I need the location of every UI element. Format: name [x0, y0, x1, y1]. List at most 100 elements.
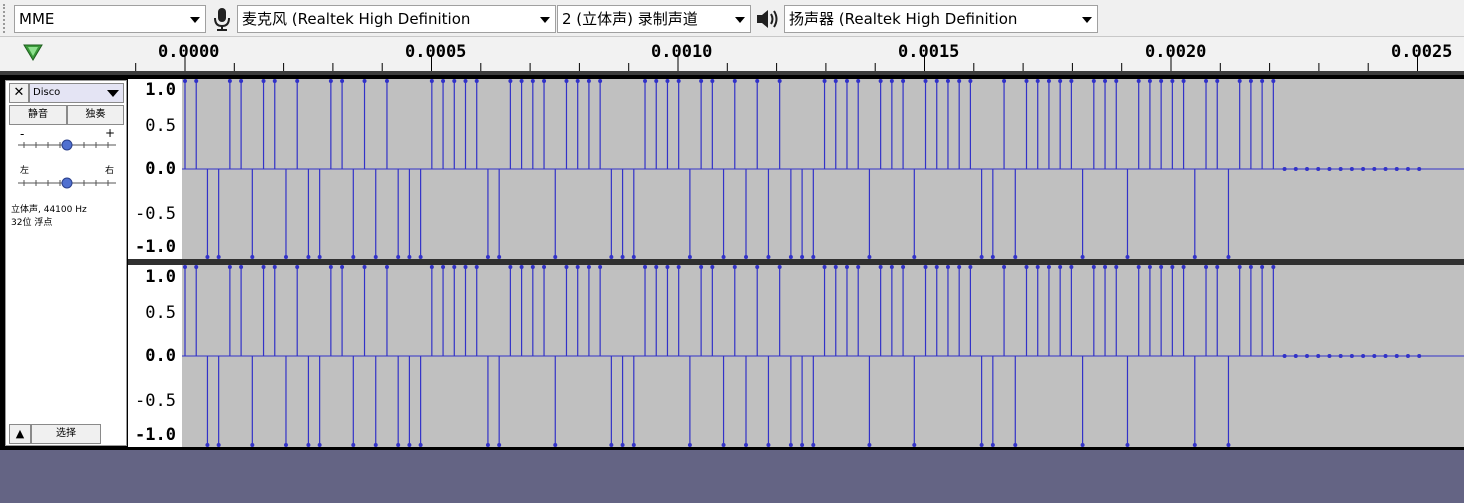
sample-point: [766, 443, 771, 447]
close-track-button[interactable]: ✕: [9, 83, 29, 103]
sample-point: [1260, 265, 1265, 269]
empty-track-area[interactable]: [0, 450, 1464, 503]
sample-point: [1226, 443, 1231, 447]
sample-point: [306, 443, 311, 447]
playback-device-select[interactable]: 扬声器 (Realtek High Definition: [784, 5, 1098, 33]
speaker-icon: [754, 5, 778, 33]
chevron-down-icon: [190, 17, 200, 23]
sample-point: [1237, 79, 1242, 83]
recording-channels-select[interactable]: 2 (立体声) 录制声道: [557, 5, 751, 33]
solo-button[interactable]: 独奏: [67, 105, 124, 125]
sample-point: [295, 265, 300, 269]
recording-device-select[interactable]: 麦克风 (Realtek High Definition: [237, 5, 556, 33]
ruler-label: 0.0015: [898, 42, 960, 62]
sample-point: [844, 79, 849, 83]
sample-point: [1282, 354, 1287, 358]
sample-point: [721, 443, 726, 447]
sample-point: [340, 79, 345, 83]
sample-point: [710, 79, 715, 83]
chevron-down-icon: [107, 90, 119, 97]
sample-point: [586, 265, 591, 269]
sample-point: [990, 443, 995, 447]
ruler-ticks: [135, 55, 1418, 71]
sample-point: [328, 265, 333, 269]
amplitude-ruler-right-channel: 1.0 0.5 0.0 -0.5 -1.0: [128, 265, 182, 447]
sample-point: [418, 443, 423, 447]
track-control-panel[interactable]: ✕ Disco 静音 独奏 - + 左 右 立体声, 44100 Hz 32位 …: [5, 80, 127, 446]
sample-point: [384, 265, 389, 269]
sample-point: [362, 265, 367, 269]
sample-point: [945, 265, 950, 269]
sample-point: [1069, 79, 1074, 83]
sample-point: [530, 79, 535, 83]
sample-point: [1417, 167, 1422, 171]
sample-point: [239, 265, 244, 269]
track-menu-button[interactable]: Disco: [29, 83, 124, 103]
sample-point: [1383, 354, 1388, 358]
sample-point: [1103, 265, 1108, 269]
sample-point: [968, 265, 973, 269]
sample-point: [250, 443, 255, 447]
waveform-right-channel[interactable]: [182, 265, 1464, 447]
audio-host-select[interactable]: MME: [14, 5, 206, 33]
toolbar-grip[interactable]: [3, 4, 10, 33]
sample-point: [1147, 265, 1152, 269]
amplitude-label: 0.0: [145, 346, 176, 366]
sample-point: [1024, 79, 1029, 83]
sample-point: [1091, 79, 1096, 83]
sample-point: [530, 265, 535, 269]
amplitude-label: 1.0: [145, 267, 176, 287]
gain-slider[interactable]: [16, 138, 118, 152]
collapse-track-button[interactable]: ▲: [9, 424, 31, 444]
sample-point: [889, 265, 894, 269]
sample-point: [452, 265, 457, 269]
sample-point: [1305, 354, 1309, 358]
select-track-button[interactable]: 选择: [31, 424, 101, 444]
sample-point: [979, 443, 984, 447]
sample-point: [1338, 167, 1343, 171]
ruler-label: 0.0005: [405, 42, 467, 62]
ruler-label: 0.0010: [651, 42, 713, 62]
sample-point: [441, 265, 446, 269]
sample-point: [833, 79, 838, 83]
timeline-ruler[interactable]: 0.0000 0.0005 0.0010 0.0015 0.0020 0.002…: [0, 37, 1464, 71]
sample-point: [1192, 443, 1197, 447]
sample-point: [452, 79, 457, 83]
recording-device-value: 麦克风 (Realtek High Definition: [242, 10, 471, 28]
sample-point: [474, 265, 479, 269]
sample-point: [923, 79, 928, 83]
sample-point: [654, 79, 659, 83]
amplitude-label: 0.0: [145, 159, 176, 179]
mute-button[interactable]: 静音: [9, 105, 67, 125]
sample-point: [295, 79, 300, 83]
sample-point: [755, 79, 760, 83]
select-label: 选择: [56, 428, 76, 439]
device-toolbar: MME 麦克风 (Realtek High Definition 2 (立体声)…: [0, 0, 1464, 37]
pan-slider[interactable]: [16, 176, 118, 190]
sample-point: [429, 79, 434, 83]
sample-point: [957, 265, 962, 269]
sample-point: [317, 443, 322, 447]
sample-point: [1305, 167, 1309, 171]
sample-point: [1271, 265, 1276, 269]
amplitude-label: 1.0: [145, 80, 176, 100]
microphone-icon: [210, 5, 234, 33]
sample-point: [867, 443, 872, 447]
waveform-left-channel[interactable]: [182, 79, 1464, 259]
playback-device-value: 扬声器 (Realtek High Definition: [789, 10, 1018, 28]
sample-point: [1405, 167, 1410, 171]
sample-point: [1035, 265, 1040, 269]
sample-point: [1372, 167, 1377, 171]
sample-point: [699, 79, 704, 83]
sample-point: [732, 265, 737, 269]
sample-point: [340, 265, 345, 269]
sample-point: [1316, 354, 1321, 358]
sample-point: [575, 79, 580, 83]
sample-point: [261, 265, 266, 269]
track-format-info: 立体声, 44100 Hz: [11, 205, 87, 215]
sample-point: [788, 443, 793, 447]
sample-point: [912, 443, 917, 447]
sample-point: [564, 79, 569, 83]
sample-point: [1058, 265, 1063, 269]
track-sample-format: 32位 浮点: [11, 218, 53, 228]
